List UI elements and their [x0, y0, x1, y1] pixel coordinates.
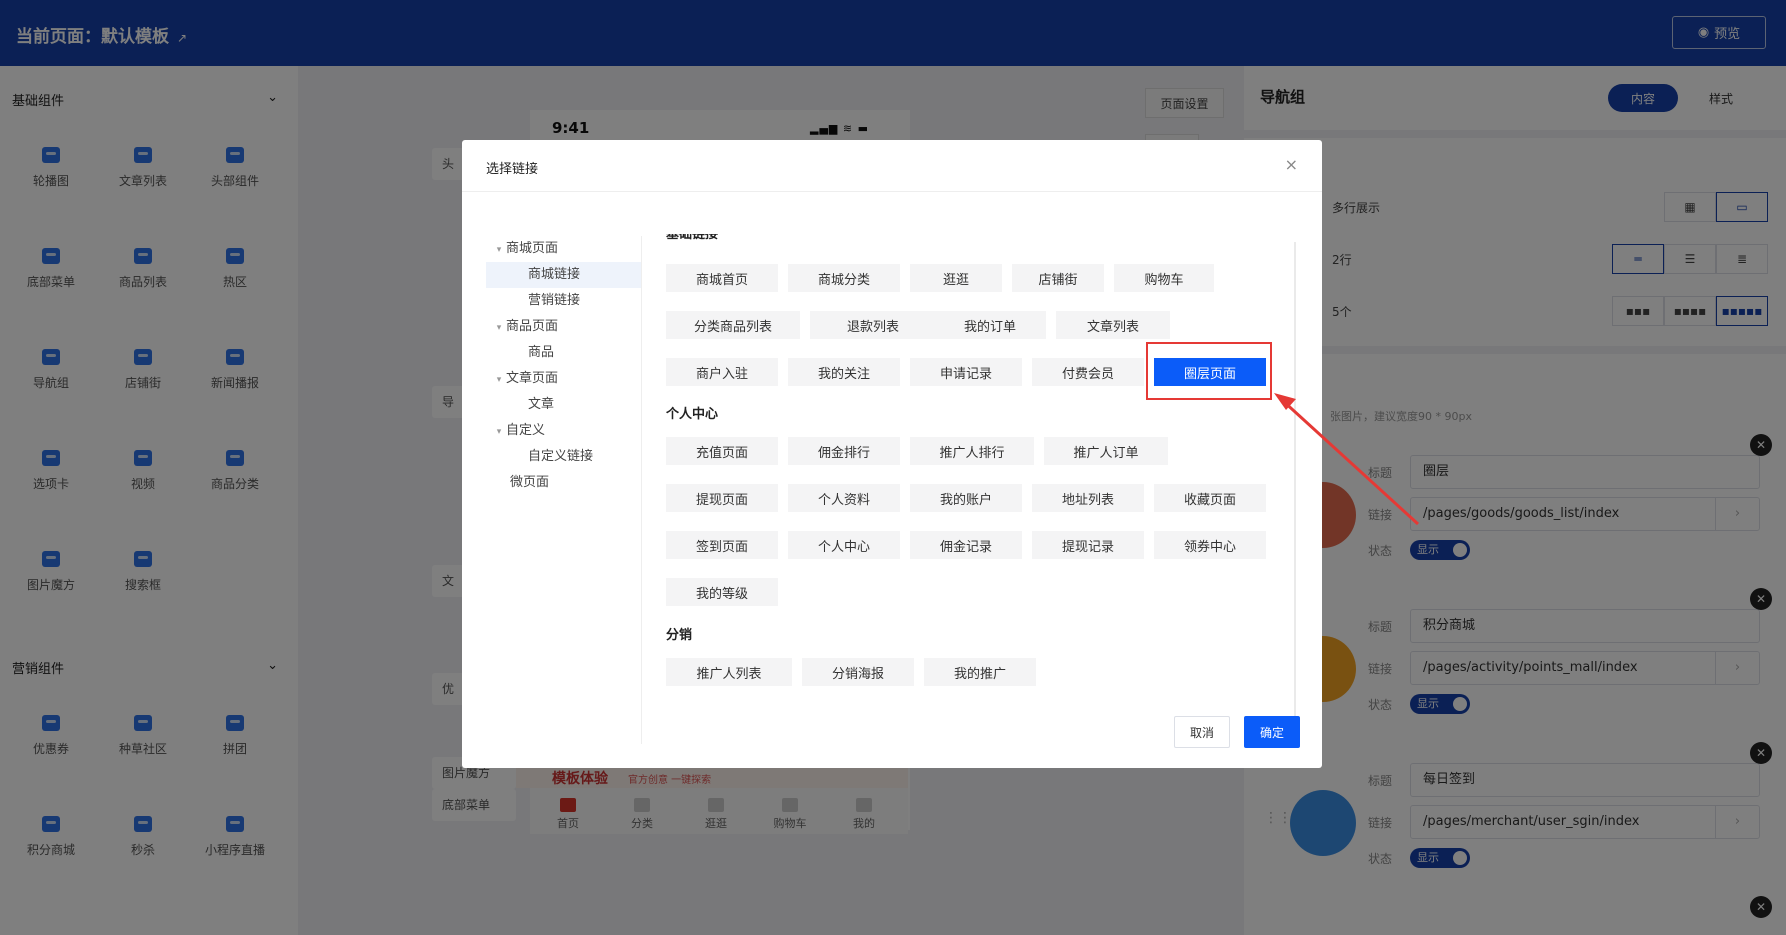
link-option[interactable]: 我的账户 — [910, 484, 1022, 512]
link-option[interactable]: 付费会员 — [1032, 358, 1144, 386]
link-option[interactable]: 佣金排行 — [788, 437, 900, 465]
link-option[interactable]: 个人中心 — [788, 531, 900, 559]
caret-down-icon[interactable]: ▾ — [492, 419, 506, 445]
caret-down-icon[interactable]: ▾ — [492, 237, 506, 263]
tree-node-custom-links[interactable]: 自定义链接 — [486, 444, 642, 470]
link-option[interactable]: 购物车 — [1114, 264, 1214, 292]
tree-node-marketing-links[interactable]: 营销链接 — [486, 288, 642, 314]
tree-divider — [641, 236, 642, 744]
link-option[interactable]: 提现记录 — [1032, 531, 1144, 559]
tree-node-article-pages[interactable]: ▾ 文章页面 — [486, 366, 642, 392]
tree-node-goods[interactable]: 商品 — [486, 340, 642, 366]
link-option[interactable]: 收藏页面 — [1154, 484, 1266, 512]
dialog-title: 选择链接 — [486, 162, 539, 177]
cancel-button[interactable]: 取消 — [1174, 716, 1230, 748]
confirm-button[interactable]: 确定 — [1244, 716, 1300, 748]
caret-down-icon[interactable]: ▾ — [492, 315, 506, 341]
link-option[interactable]: 充值页面 — [666, 437, 778, 465]
section-basic-links: 基础链接 — [666, 234, 719, 242]
link-option[interactable]: 签到页面 — [666, 531, 778, 559]
link-option[interactable]: 我的关注 — [788, 358, 900, 386]
link-option[interactable]: 我的推广 — [924, 658, 1036, 686]
link-option[interactable]: 领券中心 — [1154, 531, 1266, 559]
close-icon[interactable]: × — [1285, 155, 1298, 174]
link-option[interactable]: 佣金记录 — [910, 531, 1022, 559]
tree-node-mall-links[interactable]: 商城链接 — [486, 262, 642, 288]
section-distribution: 分销 — [666, 628, 693, 643]
link-option[interactable]: 提现页面 — [666, 484, 778, 512]
link-option[interactable]: 商城首页 — [666, 264, 778, 292]
tree-node-micro-pages[interactable]: 微页面 — [486, 470, 642, 496]
tree-node-article[interactable]: 文章 — [486, 392, 642, 418]
link-option[interactable]: 推广人订单 — [1044, 437, 1168, 465]
link-option[interactable]: 个人资料 — [788, 484, 900, 512]
link-option[interactable]: 推广人排行 — [910, 437, 1034, 465]
select-link-dialog: 选择链接 × ▾ 商城页面 商城链接 营销链接 ▾ 商品页面 商品 ▾ 文章页面 文章… — [462, 140, 1322, 768]
link-option[interactable]: 分类商品列表 — [666, 311, 800, 339]
link-option[interactable]: 退款列表 — [810, 311, 936, 339]
link-option[interactable]: 文章列表 — [1056, 311, 1170, 339]
link-option[interactable]: 店铺街 — [1012, 264, 1104, 292]
link-option[interactable]: 地址列表 — [1032, 484, 1144, 512]
link-option[interactable]: 我的等级 — [666, 578, 778, 606]
dialog-header: 选择链接 × — [462, 140, 1322, 192]
link-option[interactable]: 逛逛 — [910, 264, 1002, 292]
tree-node-mall-pages[interactable]: ▾ 商城页面 — [486, 236, 642, 262]
link-option[interactable]: 推广人列表 — [666, 658, 792, 686]
link-option[interactable]: 申请记录 — [910, 358, 1022, 386]
link-option[interactable]: 商城分类 — [788, 264, 900, 292]
tree-node-goods-pages[interactable]: ▾ 商品页面 — [486, 314, 642, 340]
highlight-box — [1146, 342, 1272, 400]
tree-node-custom[interactable]: ▾ 自定义 — [486, 418, 642, 444]
link-option[interactable]: 分销海报 — [802, 658, 914, 686]
caret-down-icon[interactable]: ▾ — [492, 367, 506, 393]
scrollbar[interactable] — [1294, 242, 1296, 722]
link-option[interactable]: 我的订单 — [934, 311, 1046, 339]
link-option[interactable]: 商户入驻 — [666, 358, 778, 386]
section-personal-center: 个人中心 — [666, 407, 719, 422]
